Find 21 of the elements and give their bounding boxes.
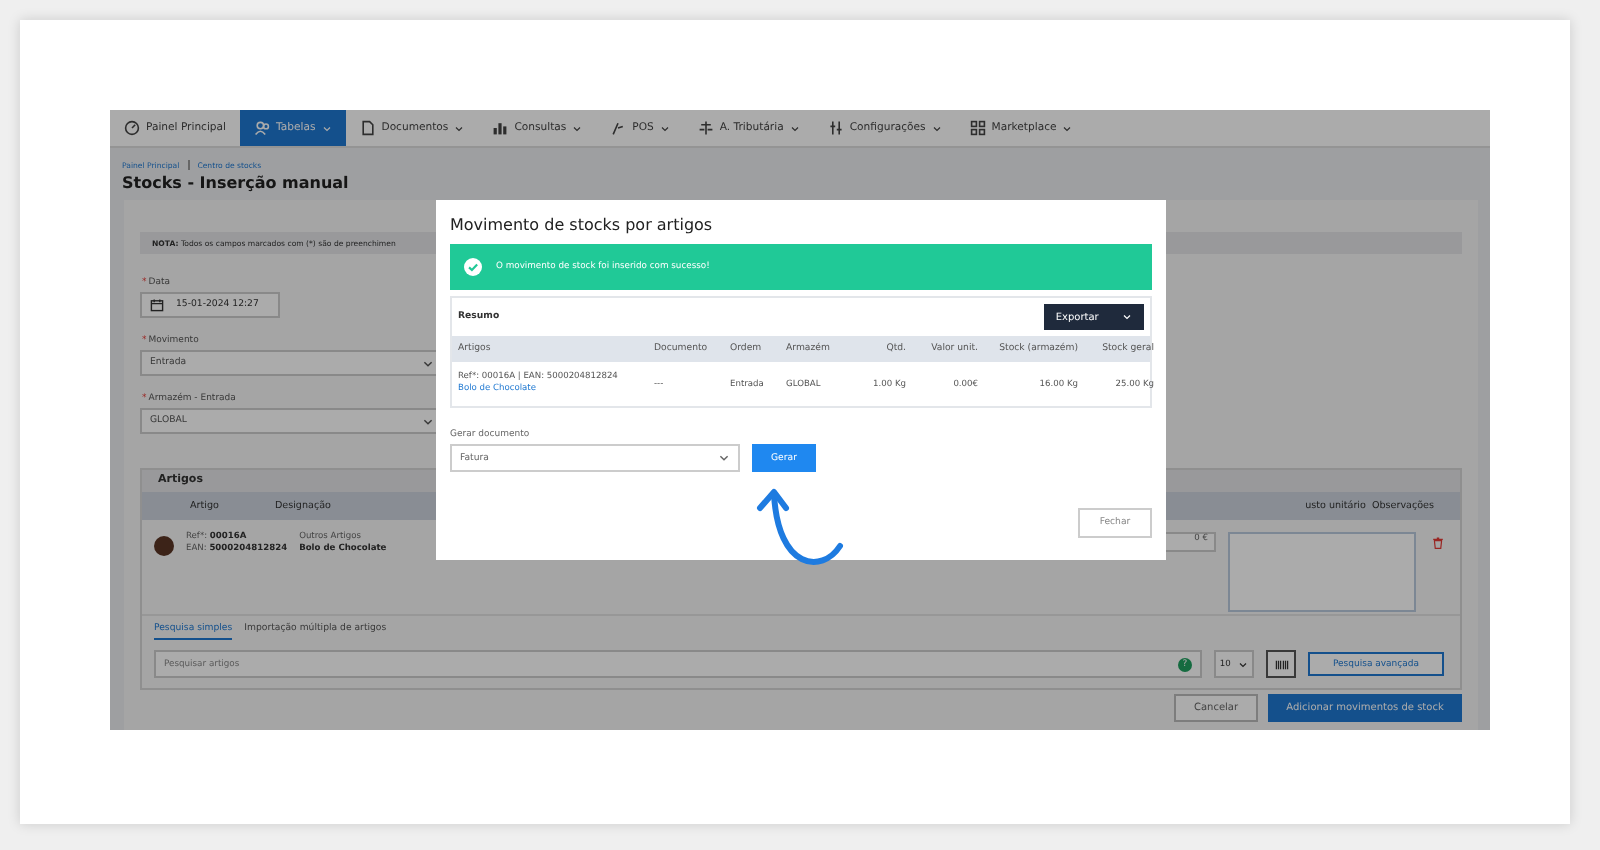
chevron-down-icon: [718, 452, 730, 464]
barcode-button[interactable]: [1266, 650, 1296, 678]
gauge-icon: [124, 120, 140, 136]
grid-icon: [969, 120, 986, 136]
modal-title: Movimento de stocks por artigos: [450, 214, 715, 238]
sliders-icon: [827, 120, 844, 136]
chart-icon: [492, 120, 509, 136]
observations-field[interactable]: [1228, 532, 1416, 612]
chevron-down-icon: [1238, 659, 1249, 669]
people-icon: [254, 120, 271, 136]
trash-icon: [1432, 536, 1444, 550]
document-icon: [359, 120, 376, 136]
product-photo-placeholder: [154, 536, 174, 556]
barcode-icon: [1273, 657, 1289, 671]
page-title: Stocks - Inserção manual: [120, 172, 351, 196]
check-circle-icon: [464, 258, 482, 276]
calendar-icon: [150, 298, 164, 312]
chevron-down-icon: [422, 415, 434, 427]
chevron-down-icon: [422, 357, 434, 369]
chevron-down-icon: [1122, 312, 1133, 322]
curved-arrow: [757, 489, 843, 565]
